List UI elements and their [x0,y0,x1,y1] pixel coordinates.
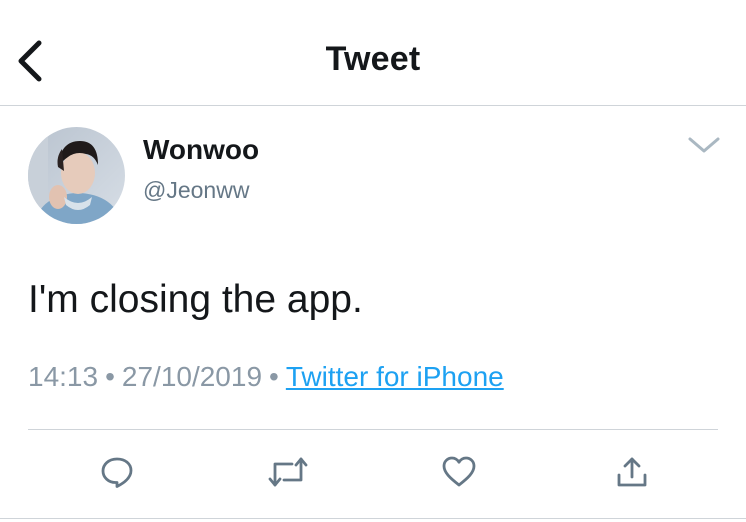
avatar-image [28,127,125,224]
nav-header: Tweet [0,0,746,106]
like-button[interactable] [437,450,481,494]
page-title: Tweet [325,40,421,78]
author-handle[interactable]: @Jeonww [143,177,249,204]
retweet-icon [268,457,308,487]
meta-separator: • [269,361,279,392]
tweet-date: 27/10/2019 [121,361,263,392]
tweet-detail-screen: Tweet Wonwoo @Jeonww I'm closing the app… [0,0,746,522]
reply-button[interactable] [95,450,139,494]
heart-icon [442,456,476,487]
share-button[interactable] [610,450,654,494]
bottom-border [0,518,746,519]
chevron-down-icon [688,137,720,153]
meta-separator: • [105,361,115,392]
tweet-meta: 14:13 • 27/10/2019 • Twitter for iPhone [28,361,504,393]
divider [28,429,718,430]
author-display-name[interactable]: Wonwoo [143,134,259,166]
share-icon [617,457,647,487]
retweet-button[interactable] [266,450,310,494]
tweet-time: 14:13 [28,361,99,392]
avatar[interactable] [28,127,125,224]
tweet-source-link[interactable]: Twitter for iPhone [286,361,504,392]
reply-icon [101,457,133,488]
tweet-text: I'm closing the app. [28,278,363,321]
tweet-options-button[interactable] [684,132,724,158]
